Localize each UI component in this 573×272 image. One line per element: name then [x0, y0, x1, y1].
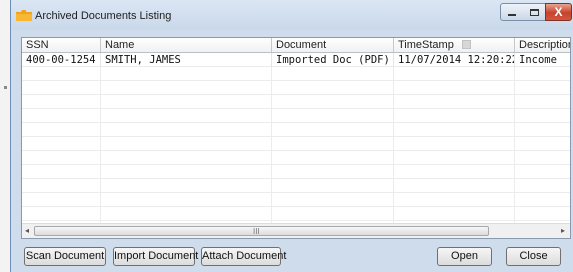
- open-button[interactable]: Open: [437, 247, 492, 266]
- grid-header: SSN Name Document TimeStamp Description: [22, 38, 570, 53]
- column-divider: [271, 53, 272, 224]
- scroll-left-icon[interactable]: ◂: [25, 226, 29, 236]
- column-header-label: TimeStamp: [398, 39, 454, 51]
- scan-document-button[interactable]: Scan Document: [24, 247, 106, 266]
- column-divider: [514, 53, 515, 224]
- import-document-button[interactable]: Import Document: [113, 247, 198, 266]
- column-divider: [100, 53, 101, 224]
- edge-marker: [4, 86, 7, 89]
- column-header-label: SSN: [26, 39, 49, 51]
- table-row[interactable]: 400-00-1254 SMITH, JAMES Imported Doc (P…: [22, 53, 570, 67]
- close-icon: X: [554, 5, 563, 19]
- cell-timestamp: 11/07/2014 12:20:22: [394, 53, 515, 67]
- archived-documents-window: Archived Documents Listing X SSN Name Do…: [10, 0, 573, 272]
- folder-icon: [16, 10, 32, 21]
- cell-description: Income: [519, 54, 557, 66]
- column-header-description[interactable]: Description: [515, 38, 571, 52]
- column-header-timestamp[interactable]: TimeStamp: [394, 38, 515, 52]
- window-title: Archived Documents Listing: [35, 10, 172, 22]
- cell-name: SMITH, JAMES: [101, 53, 272, 67]
- attach-document-button[interactable]: Attach Document: [201, 247, 286, 266]
- background-edge: [0, 0, 10, 272]
- column-header-document[interactable]: Document: [272, 38, 394, 52]
- documents-grid[interactable]: SSN Name Document TimeStamp Description …: [21, 37, 571, 239]
- title-bar[interactable]: Archived Documents Listing X: [11, 0, 573, 30]
- close-window-button[interactable]: X: [545, 3, 572, 21]
- sort-icon: [461, 40, 471, 49]
- column-divider: [393, 53, 394, 224]
- minimize-icon: [508, 14, 516, 16]
- grid-lines: [22, 53, 570, 223]
- close-button[interactable]: Close: [506, 247, 561, 266]
- maximize-button[interactable]: [523, 3, 546, 21]
- column-header-name[interactable]: Name: [101, 38, 272, 52]
- horizontal-scrollbar[interactable]: ◂ III ▸: [22, 223, 570, 238]
- column-header-ssn[interactable]: SSN: [22, 38, 101, 52]
- column-header-label: Description: [519, 39, 571, 51]
- minimize-button[interactable]: [500, 3, 524, 21]
- scroll-grip-icon: III: [253, 227, 260, 236]
- scroll-right-icon[interactable]: ▸: [561, 226, 565, 236]
- column-header-label: Document: [276, 39, 327, 51]
- maximize-icon: [529, 8, 539, 16]
- column-header-label: Name: [105, 39, 135, 51]
- scrollbar-thumb[interactable]: III: [34, 226, 489, 236]
- cell-document: Imported Doc (PDF): [272, 53, 394, 67]
- cell-ssn: 400-00-1254: [22, 53, 101, 67]
